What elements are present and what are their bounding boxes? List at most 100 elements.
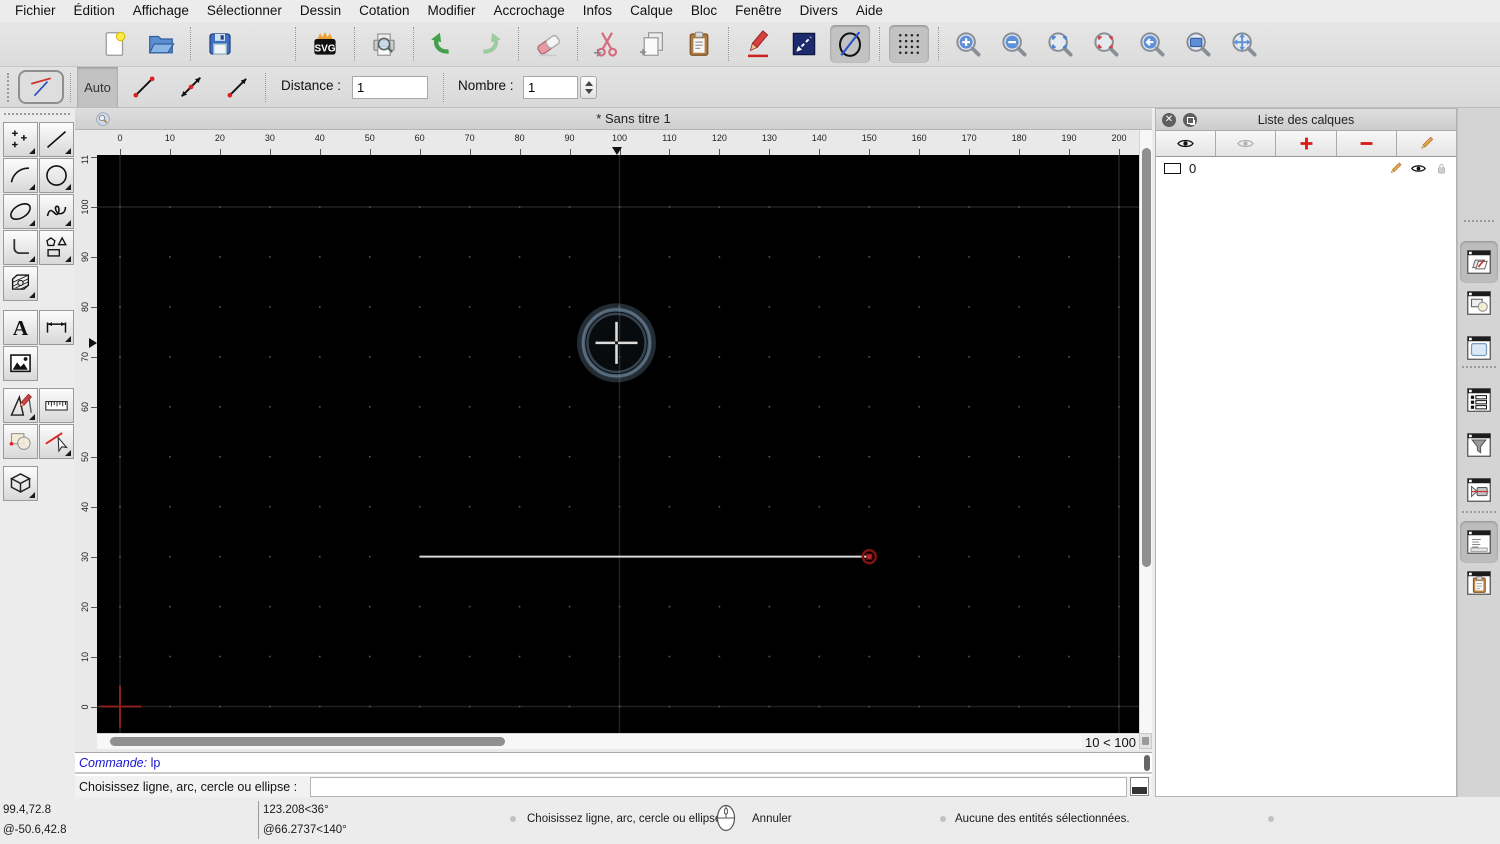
command-history-scroll-thumb[interactable] [1144, 755, 1150, 771]
save-button[interactable] [200, 25, 240, 63]
menu-accrochage[interactable]: Accrochage [484, 0, 573, 22]
vertical-scroll-thumb[interactable] [1142, 148, 1151, 567]
cut-button[interactable] [587, 25, 627, 63]
select-entity-tool-button[interactable] [39, 424, 74, 459]
drafting-tool-button[interactable] [3, 388, 38, 423]
line-tool-button[interactable] [39, 122, 74, 157]
document-titlebar[interactable]: * Sans titre 1 [75, 108, 1152, 130]
menu-infos[interactable]: Infos [574, 0, 621, 22]
ellipse-linetype-button[interactable] [830, 25, 870, 63]
v-ruler-cursor-marker [89, 337, 97, 348]
box-3d-tool-button[interactable] [3, 466, 38, 501]
h-ruler-label: 160 [911, 133, 927, 143]
add-layer-button[interactable] [1276, 131, 1337, 156]
arc-tool-button[interactable] [3, 158, 38, 193]
clipboard-panel-toggle-button[interactable] [1462, 566, 1496, 600]
menu-fichier[interactable]: Fichier [6, 0, 65, 22]
layer-color-swatch[interactable] [1164, 162, 1181, 174]
print-preview-button[interactable] [364, 25, 404, 63]
ellipse-tool-button[interactable] [3, 194, 38, 229]
polyline-tool-button[interactable] [3, 230, 38, 265]
line-double-arrow-button[interactable] [173, 70, 209, 104]
edit-layer-row-icon[interactable] [1387, 160, 1404, 177]
measure-tool-button[interactable] [39, 388, 74, 423]
menu-dessin[interactable]: Dessin [291, 0, 350, 22]
hatch-tool-button[interactable] [3, 266, 38, 301]
menu-aide[interactable]: Aide [847, 0, 892, 22]
new-document-button[interactable] [95, 25, 135, 63]
layer-row[interactable]: 0 [1156, 157, 1456, 179]
horizontal-scroll-thumb[interactable] [110, 737, 505, 746]
copy-button[interactable] [633, 25, 673, 63]
command-input[interactable] [310, 777, 1127, 797]
nombre-stepper[interactable] [580, 76, 597, 99]
auto-button[interactable]: Auto [77, 67, 118, 108]
remove-layer-button[interactable] [1336, 131, 1397, 156]
redo-button[interactable] [469, 25, 509, 63]
paste-button[interactable] [679, 25, 719, 63]
delete-button[interactable] [528, 25, 568, 63]
linetype-settings-button[interactable] [784, 25, 824, 63]
line-arrow-button[interactable] [220, 70, 256, 104]
drawing-canvas[interactable] [97, 155, 1139, 733]
save-as-button[interactable]: undefined [246, 25, 286, 63]
show-only-layer-button[interactable] [1216, 131, 1277, 156]
text-tool-button[interactable]: A [3, 310, 38, 345]
filter-panel-toggle-button[interactable] [1462, 428, 1496, 462]
properties-panel-toggle-button[interactable] [1462, 331, 1496, 365]
menu-cotation[interactable]: Cotation [350, 0, 418, 22]
export-svg-button[interactable]: SVG [305, 25, 345, 63]
menu-bloc[interactable]: Bloc [682, 0, 726, 22]
menu-edition[interactable]: Édition [65, 0, 124, 22]
polygon-tool-button[interactable] [39, 230, 74, 265]
blocks-panel-toggle-button[interactable] [1462, 286, 1496, 320]
dock-panel-icon[interactable] [1183, 113, 1197, 127]
palette-drag-handle[interactable] [4, 113, 70, 115]
current-tool-button[interactable] [18, 70, 64, 104]
blocks-tool-button[interactable] [3, 424, 38, 459]
strip-drag-handle[interactable] [1464, 220, 1494, 223]
points-tool-button[interactable] [3, 122, 38, 157]
edit-layer-button[interactable] [1396, 131, 1457, 156]
open-file-button[interactable] [141, 25, 181, 63]
menu-modifier[interactable]: Modifier [418, 0, 484, 22]
close-icon[interactable]: ✕ [1162, 113, 1176, 127]
zoom-previous-button[interactable] [1132, 25, 1172, 63]
horizontal-scrollbar[interactable]: 10 < 100 [97, 733, 1139, 750]
scrollbar-corner[interactable] [1139, 733, 1152, 749]
layers-panel-toggle-button[interactable] [1460, 241, 1498, 283]
toolbar-drag-handle[interactable] [7, 73, 10, 102]
line-two-points-button[interactable] [126, 70, 162, 104]
zoom-out-button[interactable] [994, 25, 1034, 63]
command-panel-toggle-button[interactable] [1460, 521, 1498, 563]
menu-calque[interactable]: Calque [621, 0, 682, 22]
distance-input[interactable] [352, 76, 428, 99]
vertical-scrollbar[interactable] [1139, 130, 1152, 733]
edit-entity-button[interactable] [738, 25, 778, 63]
grid-toggle-button[interactable] [889, 25, 929, 63]
nombre-input[interactable] [523, 76, 578, 99]
menu-divers[interactable]: Divers [791, 0, 847, 22]
view-panel-toggle-button[interactable] [1462, 473, 1496, 507]
zoom-in-button[interactable] [948, 25, 988, 63]
undo-button[interactable] [423, 25, 463, 63]
dimension-tool-button[interactable] [39, 310, 74, 345]
zoom-selection-button[interactable] [1086, 25, 1126, 63]
menu-affichage[interactable]: Affichage [124, 0, 198, 22]
show-layer-button[interactable] [1156, 131, 1217, 156]
layers-panel-title: Liste des calques [1257, 113, 1355, 127]
image-tool-button[interactable] [3, 346, 38, 381]
zoom-window-button[interactable] [1178, 25, 1218, 63]
circle-tool-button[interactable] [39, 158, 74, 193]
mouse-icon [714, 803, 738, 838]
command-history: Commande: lp [75, 753, 1152, 774]
menu-fenetre[interactable]: Fenêtre [726, 0, 791, 22]
spline-tool-button[interactable] [39, 194, 74, 229]
pan-button[interactable] [1224, 25, 1264, 63]
zoom-extents-button[interactable] [1040, 25, 1080, 63]
layer-visible-icon[interactable] [1410, 160, 1427, 177]
menu-selectionner[interactable]: Sélectionner [198, 0, 291, 22]
command-keyboard-icon[interactable] [1130, 777, 1149, 796]
structure-panel-toggle-button[interactable] [1462, 383, 1496, 417]
layer-lock-icon[interactable] [1433, 160, 1450, 177]
